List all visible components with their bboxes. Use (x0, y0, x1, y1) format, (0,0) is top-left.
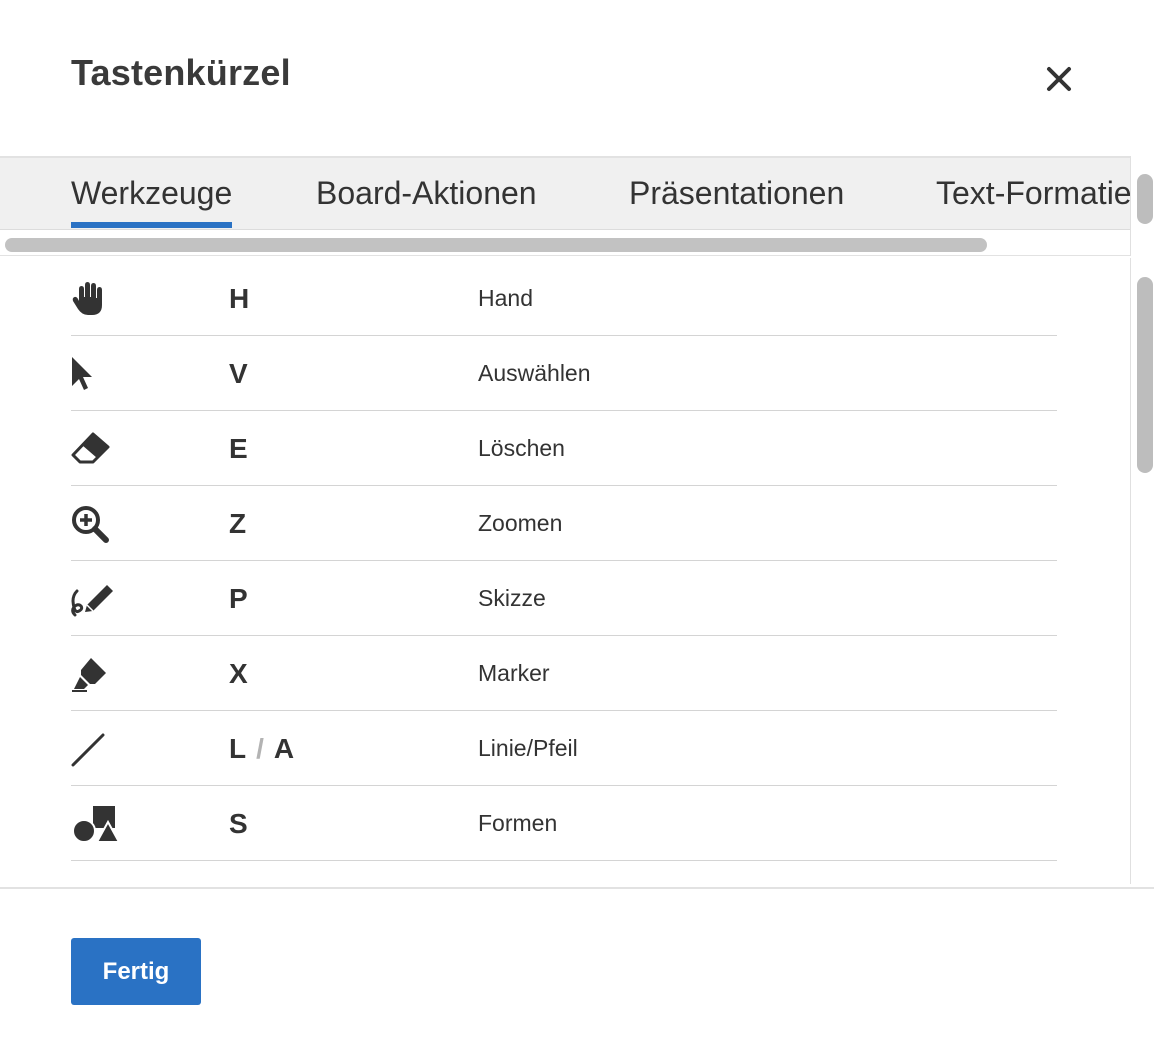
shortcut-label: Hand (478, 285, 533, 311)
shortcut-label: Formen (478, 810, 558, 836)
eraser-icon (71, 431, 121, 467)
zoom-in-icon (71, 506, 121, 543)
pointer-icon (71, 356, 121, 392)
tab-strip: Werkzeuge Board-Aktionen Präsentationen … (0, 158, 1130, 230)
close-button[interactable] (1040, 60, 1078, 98)
close-icon (1047, 67, 1071, 91)
list-item: S Formen (71, 786, 1057, 861)
shortcut-label: Marker (478, 660, 550, 686)
tab-praesentationen[interactable]: Präsentationen (629, 158, 844, 228)
shortcut-key: S (229, 807, 248, 839)
shortcut-key: V (229, 357, 248, 389)
shortcut-key: X (229, 657, 248, 689)
shortcut-key: L / A (229, 711, 294, 786)
shortcut-list: H Hand V Auswählen E Löschen Z Zoomen P … (0, 258, 1130, 888)
shortcut-key-secondary: A (273, 732, 295, 764)
sketch-pen-icon (71, 581, 121, 617)
tab-werkzeuge[interactable]: Werkzeuge (71, 158, 233, 228)
list-item: E Löschen (71, 411, 1057, 486)
shortcut-key-primary: L (229, 732, 247, 764)
shortcut-label: Auswählen (478, 360, 591, 386)
shortcut-label: Löschen (478, 435, 565, 461)
tabs-horizontal-scrollbar[interactable] (5, 238, 987, 252)
shortcut-key: E (229, 432, 248, 464)
shortcut-label: Linie/Pfeil (478, 735, 578, 761)
shortcut-label: Zoomen (478, 510, 563, 536)
shortcut-label: Skizze (478, 585, 546, 611)
marker-icon (71, 656, 121, 692)
list-item: L / A Linie/Pfeil (71, 711, 1057, 786)
list-vertical-scrollbar[interactable] (1137, 277, 1153, 473)
list-item: X Marker (71, 636, 1057, 711)
tab-board-aktionen[interactable]: Board-Aktionen (316, 158, 537, 228)
hand-icon (71, 281, 121, 317)
tab-bar: Werkzeuge Board-Aktionen Präsentationen … (0, 156, 1130, 256)
list-item: H Hand (71, 261, 1057, 336)
shortcut-key: H (229, 282, 250, 314)
shapes-icon (71, 806, 121, 843)
list-item: Z Zoomen (71, 486, 1057, 561)
line-icon (71, 731, 121, 767)
tabs-vertical-scrollbar[interactable] (1137, 174, 1153, 224)
done-button[interactable]: Fertig (71, 938, 201, 1005)
dialog-title: Tastenkürzel (71, 52, 291, 93)
tab-text-formatierung[interactable]: Text-Formatie (936, 158, 1130, 228)
footer-divider (0, 887, 1154, 889)
shortcut-key: Z (229, 507, 247, 539)
shortcut-key-separator: / (256, 732, 264, 764)
shortcut-key: P (229, 582, 248, 614)
list-item: P Skizze (71, 561, 1057, 636)
list-item: V Auswählen (71, 336, 1057, 411)
